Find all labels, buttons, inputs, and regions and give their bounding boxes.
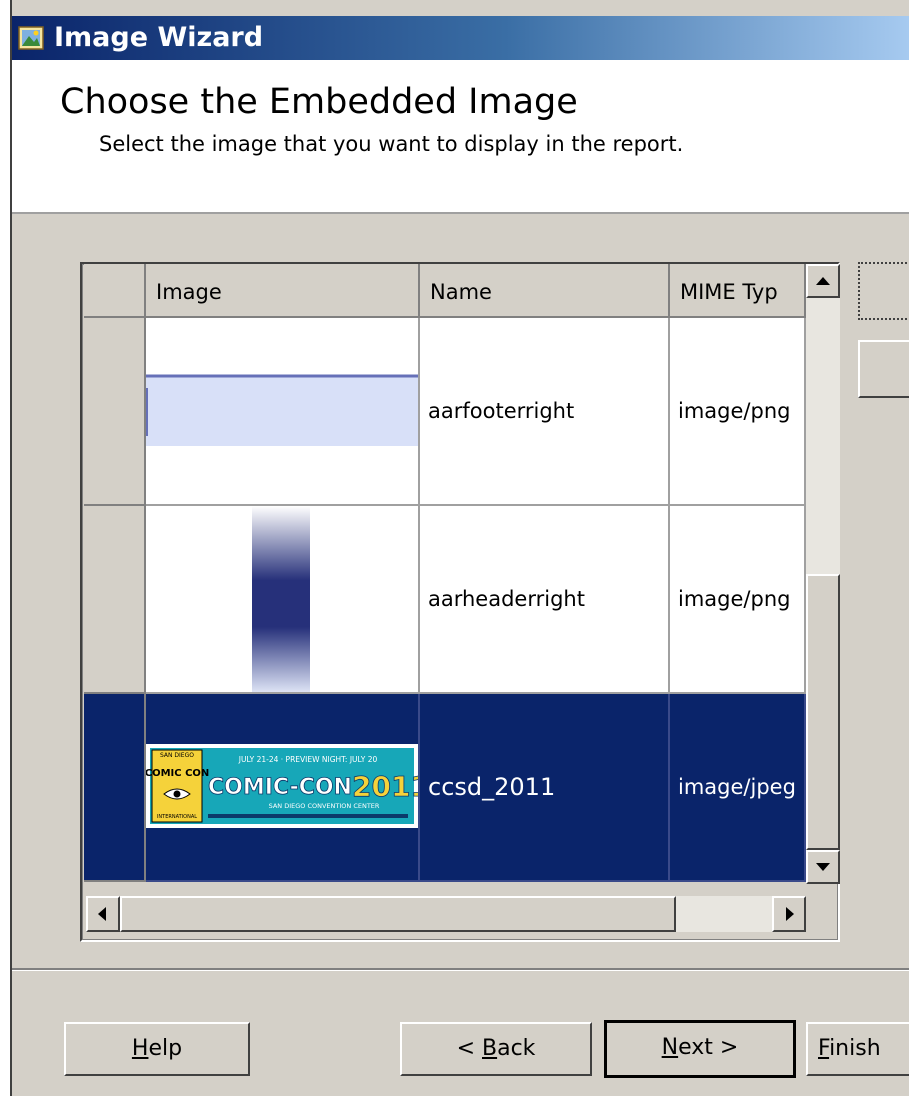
title-bar[interactable]: Image Wizard <box>12 16 909 60</box>
page-subtitle: Select the image that you want to displa… <box>99 132 684 156</box>
finish-accel: F <box>818 1036 830 1061</box>
finish-button[interactable]: Finish <box>806 1022 909 1076</box>
horizontal-scrollbar[interactable] <box>86 896 806 932</box>
scroll-left-button[interactable] <box>86 896 120 932</box>
page-title: Choose the Embedded Image <box>60 82 578 122</box>
back-label: ack <box>497 1036 536 1061</box>
mime-cell[interactable]: image/png <box>670 506 806 694</box>
footer-thumbnail <box>146 374 418 446</box>
image-name: ccsd_2011 <box>428 773 556 801</box>
window-title: Image Wizard <box>54 22 264 53</box>
name-cell[interactable]: ccsd_2011 <box>420 694 670 882</box>
image-mime: image/png <box>678 399 791 423</box>
name-cell[interactable]: aarheaderright <box>420 506 670 694</box>
back-accel: B <box>482 1036 498 1061</box>
vertical-scrollbar[interactable] <box>806 264 840 884</box>
badge-mid: COMIC CON <box>146 768 209 779</box>
next-label: ext > <box>678 1035 739 1060</box>
back-button[interactable]: < Back <box>400 1022 592 1076</box>
back-prefix: < <box>456 1036 482 1061</box>
help-label: elp <box>148 1036 183 1061</box>
banner-dates: JULY 21-24 · PREVIEW NIGHT: JULY 20 <box>238 755 378 764</box>
side-button-second[interactable] <box>858 340 909 398</box>
badge-bottom: INTERNATIONAL <box>157 814 197 820</box>
image-name: aarfooterright <box>428 399 575 423</box>
column-header-name[interactable]: Name <box>420 264 670 318</box>
next-button[interactable]: Next > <box>604 1020 796 1078</box>
wizard-header: Choose the Embedded Image Select the ima… <box>12 60 909 214</box>
banner-year: 2011 <box>352 770 418 803</box>
banner-main: COMIC-CON <box>208 775 352 800</box>
image-mime: image/jpeg <box>678 775 796 799</box>
footer-separator <box>12 968 909 971</box>
image-cell[interactable] <box>146 506 420 694</box>
mime-cell[interactable]: image/png <box>670 318 806 506</box>
arrow-right-icon <box>786 907 794 921</box>
help-accel: H <box>131 1036 149 1061</box>
row-selector[interactable] <box>84 506 146 694</box>
image-mime: image/png <box>678 587 791 611</box>
hscroll-thumb[interactable] <box>120 896 676 932</box>
row-selector[interactable] <box>84 318 146 506</box>
side-button-top[interactable] <box>858 262 909 320</box>
arrow-left-icon <box>98 907 106 921</box>
image-cell[interactable]: SAN DIEGO COMIC CON INTERNATIONAL JULY 2… <box>146 694 420 882</box>
image-cell[interactable] <box>146 318 420 506</box>
header-thumbnail <box>252 506 310 692</box>
help-button[interactable]: Help <box>64 1022 250 1076</box>
scroll-right-button[interactable] <box>772 896 806 932</box>
scroll-up-button[interactable] <box>806 264 840 298</box>
row-selector[interactable] <box>84 694 146 882</box>
column-header-image[interactable]: Image <box>146 264 420 318</box>
scroll-thumb[interactable] <box>806 574 840 850</box>
row-header-corner <box>84 264 146 318</box>
mime-cell[interactable]: image/jpeg <box>670 694 806 882</box>
name-cell[interactable]: aarfooterright <box>420 318 670 506</box>
finish-label: inish <box>829 1036 881 1061</box>
column-header-mime[interactable]: MIME Typ <box>670 264 806 318</box>
arrow-up-icon <box>816 277 830 285</box>
wizard-icon <box>18 26 44 50</box>
banner-venue: SAN DIEGO CONVENTION CENTER <box>269 802 380 810</box>
next-accel: N <box>661 1035 679 1060</box>
scroll-down-button[interactable] <box>806 850 840 884</box>
image-name: aarheaderright <box>428 587 585 611</box>
comiccon-thumbnail: SAN DIEGO COMIC CON INTERNATIONAL JULY 2… <box>146 744 418 828</box>
badge-top: SAN DIEGO <box>160 752 194 759</box>
arrow-down-icon <box>816 863 830 871</box>
